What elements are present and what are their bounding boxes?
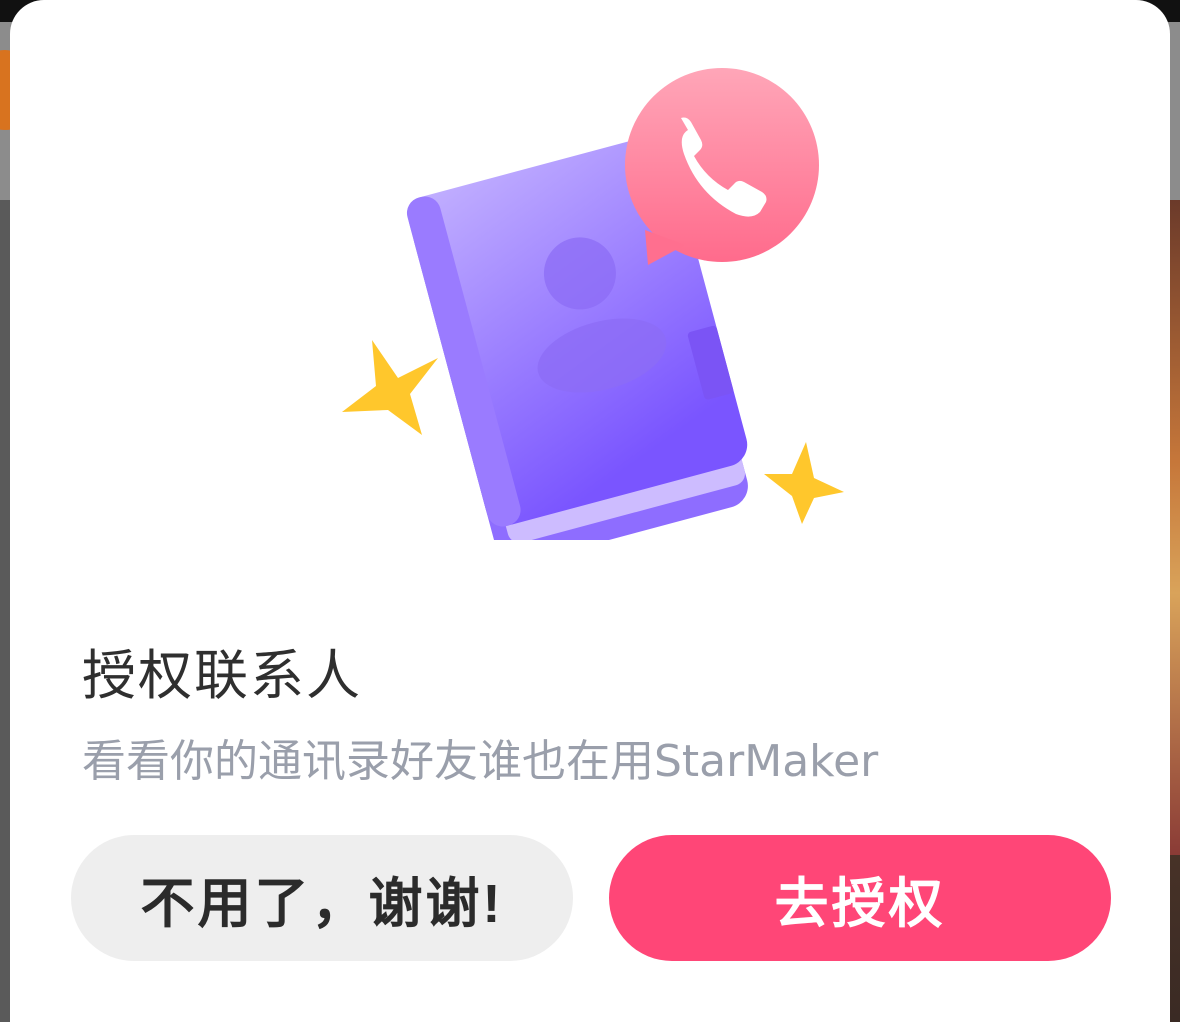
- sparkle-star-icon: [342, 340, 438, 435]
- dialog-title: 授权联系人: [82, 644, 362, 707]
- authorize-button[interactable]: 去授权: [609, 835, 1111, 961]
- contacts-permission-dialog: 授权联系人 看看你的通讯录好友谁也在用StarMaker 不用了，谢谢! 去授权: [10, 0, 1170, 1022]
- contacts-book-icon: [342, 68, 844, 540]
- decline-button[interactable]: 不用了，谢谢!: [71, 835, 573, 961]
- dialog-subtitle: 看看你的通讯录好友谁也在用StarMaker: [82, 736, 879, 787]
- sparkle-star-icon: [764, 442, 844, 524]
- phone-call-bubble-icon: [625, 68, 819, 265]
